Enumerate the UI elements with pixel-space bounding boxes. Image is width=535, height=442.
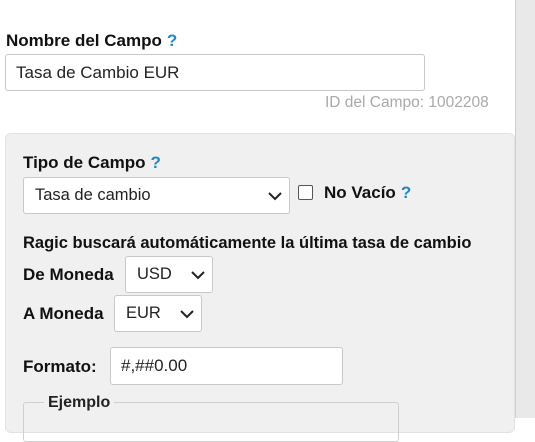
not-empty-label: No Vacío?	[324, 183, 411, 203]
from-currency-value: USD	[137, 265, 172, 283]
field-type-select[interactable]: Tasa de cambio	[23, 177, 290, 214]
field-name-input-value: Tasa de Cambio EUR	[16, 62, 180, 82]
chevron-down-icon	[268, 191, 282, 200]
chevron-down-icon	[180, 309, 194, 318]
field-name-input[interactable]: Tasa de Cambio EUR	[5, 54, 425, 91]
format-input-value: #,##0.00	[121, 356, 188, 375]
field-type-help-icon[interactable]: ?	[150, 153, 160, 172]
chevron-down-icon	[191, 270, 205, 279]
format-label: Formato:	[23, 357, 97, 376]
from-currency-label: De Moneda	[23, 265, 114, 284]
field-id-text: ID del Campo: 1002208	[325, 94, 489, 111]
format-input[interactable]: #,##0.00	[110, 347, 343, 385]
to-currency-label: A Moneda	[23, 304, 104, 323]
field-name-label-text: Nombre del Campo	[6, 31, 162, 50]
not-empty-checkbox[interactable]	[298, 185, 313, 200]
from-currency-select[interactable]: USD	[125, 256, 213, 293]
not-empty-help-icon[interactable]: ?	[401, 183, 411, 202]
to-currency-select[interactable]: EUR	[114, 295, 202, 332]
field-type-label: Tipo de Campo?	[23, 153, 161, 173]
exchange-rate-description: Ragic buscará automáticamente la última …	[23, 234, 472, 252]
field-type-selected: Tasa de cambio	[35, 186, 151, 204]
scrollbar-track[interactable]	[515, 0, 535, 418]
field-type-label-text: Tipo de Campo	[23, 153, 146, 172]
field-name-label: Nombre del Campo?	[6, 31, 177, 51]
example-legend: Ejemplo	[44, 394, 115, 412]
not-empty-label-text: No Vacío	[324, 183, 396, 202]
field-name-help-icon[interactable]: ?	[167, 31, 177, 50]
to-currency-value: EUR	[126, 304, 161, 322]
